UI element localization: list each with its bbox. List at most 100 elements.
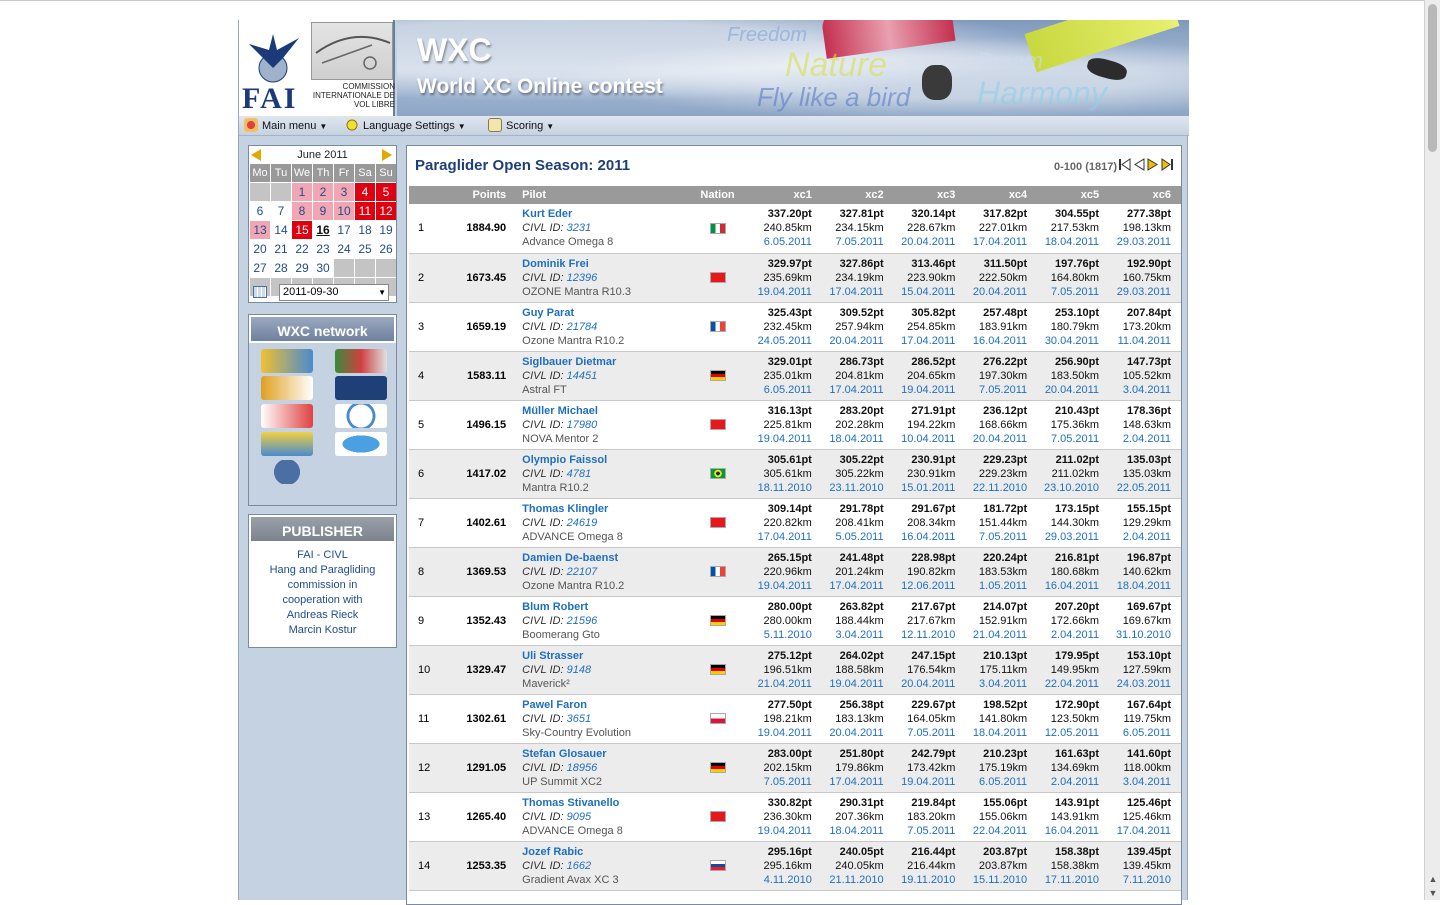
xc-date-link[interactable]: 19.04.2011 <box>822 677 883 691</box>
xc-points[interactable]: 275.12pt <box>750 649 812 663</box>
hcontest-schweiz-logo[interactable] <box>261 404 313 428</box>
xc-date-link[interactable]: 6.05.2011 <box>1109 726 1171 740</box>
xc-points[interactable]: 256.90pt <box>1037 355 1099 369</box>
xc-date-link[interactable]: 5.05.2011 <box>822 530 883 544</box>
xc-points[interactable]: 305.61pt <box>750 453 812 467</box>
first-page-icon[interactable] <box>1119 158 1131 171</box>
xc-date-link[interactable]: 17.04.2011 <box>822 383 883 397</box>
xc-date-link[interactable]: 15.04.2011 <box>894 285 955 299</box>
civl-globe-logo[interactable] <box>261 460 313 484</box>
fai-logo[interactable]: FAI COMMISSION INTERNATIONALE DE VOL LIB… <box>239 20 395 116</box>
xc-date-link[interactable]: 4.11.2010 <box>750 873 812 887</box>
xc-points[interactable]: 325.43pt <box>750 306 812 320</box>
calendar-day[interactable]: 5 <box>376 183 396 201</box>
xc-points[interactable]: 327.86pt <box>822 257 884 271</box>
calendar-day[interactable]: 25 <box>355 240 375 258</box>
xc-points[interactable]: 257.48pt <box>965 306 1027 320</box>
xc-date-link[interactable]: 11.04.2011 <box>1109 334 1171 348</box>
xc-points[interactable]: 230.91pt <box>894 453 955 467</box>
xc-date-link[interactable]: 29.03.2011 <box>1109 235 1171 249</box>
xc-points[interactable]: 219.84pt <box>894 796 955 810</box>
xc-points[interactable]: 229.67pt <box>894 698 955 712</box>
xc-points[interactable]: 271.91pt <box>894 404 955 418</box>
xc-points[interactable]: 305.22pt <box>822 453 884 467</box>
pilot-name-link[interactable]: Thomas Stivanello <box>522 796 685 810</box>
col-xc1[interactable]: xc1 <box>750 186 822 204</box>
xc-date-link[interactable]: 2.04.2011 <box>1109 432 1171 446</box>
xc-date-link[interactable]: 22.04.2011 <box>965 824 1027 838</box>
calendar-day[interactable]: 24 <box>334 240 354 258</box>
prev-page-icon[interactable] <box>1133 158 1145 171</box>
calendar-day[interactable]: 16 <box>313 221 333 239</box>
xc-points[interactable]: 236.12pt <box>965 404 1027 418</box>
xc-date-link[interactable]: 12.11.2010 <box>894 628 955 642</box>
xc-points[interactable]: 198.52pt <box>965 698 1027 712</box>
xc-points[interactable]: 286.73pt <box>822 355 884 369</box>
ffvl-logo[interactable] <box>335 432 387 456</box>
vertical-scrollbar[interactable]: ▲ ▼ <box>1424 0 1440 900</box>
xc-date-link[interactable]: 7.05.2011 <box>750 775 812 789</box>
xcc-logo[interactable] <box>335 349 387 373</box>
xc-points[interactable]: 309.14pt <box>750 502 812 516</box>
xc-points[interactable]: 241.48pt <box>822 551 884 565</box>
xc-date-link[interactable]: 7.05.2011 <box>822 235 883 249</box>
scroll-down-icon[interactable]: ▼ <box>1425 886 1440 900</box>
xc-points[interactable]: 256.38pt <box>822 698 884 712</box>
xc-points[interactable]: 291.67pt <box>894 502 955 516</box>
xc-points[interactable]: 143.91pt <box>1037 796 1099 810</box>
civl-id-link[interactable]: 24619 <box>567 517 598 529</box>
calendar-day[interactable]: 28 <box>271 259 291 277</box>
calendar-day[interactable]: 11 <box>355 202 375 220</box>
calendar-day[interactable]: 27 <box>250 259 270 277</box>
xc-australia-logo[interactable] <box>261 432 313 456</box>
civl-id-link[interactable]: 18956 <box>567 762 598 774</box>
xc-points[interactable]: 304.55pt <box>1037 207 1099 221</box>
pilot-name-link[interactable]: Kurt Eder <box>522 207 685 221</box>
col-xc4[interactable]: xc4 <box>965 186 1038 204</box>
calendar-day[interactable]: 29 <box>292 259 312 277</box>
xc-date-link[interactable]: 18.04.2011 <box>965 726 1027 740</box>
xc-date-link[interactable]: 15.11.2010 <box>965 873 1027 887</box>
xc-points[interactable]: 280.00pt <box>750 600 812 614</box>
xc-date-link[interactable]: 16.04.2011 <box>965 334 1027 348</box>
col-xc6[interactable]: xc6 <box>1109 186 1181 204</box>
xc-date-link[interactable]: 22.11.2010 <box>965 481 1027 495</box>
scroll-up-icon[interactable]: ▲ <box>1425 872 1440 886</box>
xc-date-link[interactable]: 21.04.2011 <box>750 677 812 691</box>
xc-date-link[interactable]: 16.04.2011 <box>1037 579 1099 593</box>
xc-date-link[interactable]: 19.04.2011 <box>750 579 812 593</box>
xc-date-link[interactable]: 7.05.2011 <box>965 383 1027 397</box>
xc-points[interactable]: 172.90pt <box>1037 698 1099 712</box>
xc-date-link[interactable]: 20.04.2011 <box>965 285 1027 299</box>
xc-points[interactable]: 141.60pt <box>1109 747 1171 761</box>
xc-date-link[interactable]: 6.05.2011 <box>750 383 812 397</box>
xc-date-link[interactable]: 20.04.2011 <box>894 235 955 249</box>
xc-points[interactable]: 210.23pt <box>965 747 1027 761</box>
xc-points[interactable]: 203.87pt <box>965 845 1027 859</box>
xc-date-link[interactable]: 2.04.2011 <box>1037 628 1099 642</box>
xc-points[interactable]: 173.15pt <box>1037 502 1099 516</box>
xc-points[interactable]: 139.45pt <box>1109 845 1171 859</box>
prev-month-button[interactable] <box>251 149 263 161</box>
col-xc5[interactable]: xc5 <box>1037 186 1110 204</box>
calendar-day[interactable]: 6 <box>250 202 270 220</box>
xc-points[interactable]: 155.15pt <box>1109 502 1171 516</box>
publisher-line[interactable]: Marcin Kostur <box>249 623 396 638</box>
xc-date-link[interactable]: 7.05.2011 <box>965 530 1027 544</box>
xc-date-link[interactable]: 19.04.2011 <box>750 726 812 740</box>
xc-points[interactable]: 207.20pt <box>1037 600 1099 614</box>
language-settings-button[interactable]: Language Settings ▼ <box>345 118 466 134</box>
xc-points[interactable]: 316.13pt <box>750 404 812 418</box>
xc-date-link[interactable]: 2.04.2011 <box>1109 530 1171 544</box>
xc-date-link[interactable]: 19.04.2011 <box>894 775 955 789</box>
xc-points[interactable]: 265.15pt <box>750 551 812 565</box>
xc-date-link[interactable]: 24.05.2011 <box>750 334 812 348</box>
dhv-xc-logo[interactable] <box>335 376 387 400</box>
col-xc3[interactable]: xc3 <box>893 186 966 204</box>
scrollbar-thumb[interactable] <box>1428 4 1437 152</box>
pilot-name-link[interactable]: Dominik Frei <box>522 257 685 271</box>
xc-date-link[interactable]: 17.04.2011 <box>822 775 883 789</box>
civl-id-link[interactable]: 17980 <box>567 419 598 431</box>
xc-date-link[interactable]: 17.04.2011 <box>965 235 1027 249</box>
xc-date-link[interactable]: 29.03.2011 <box>1037 530 1099 544</box>
